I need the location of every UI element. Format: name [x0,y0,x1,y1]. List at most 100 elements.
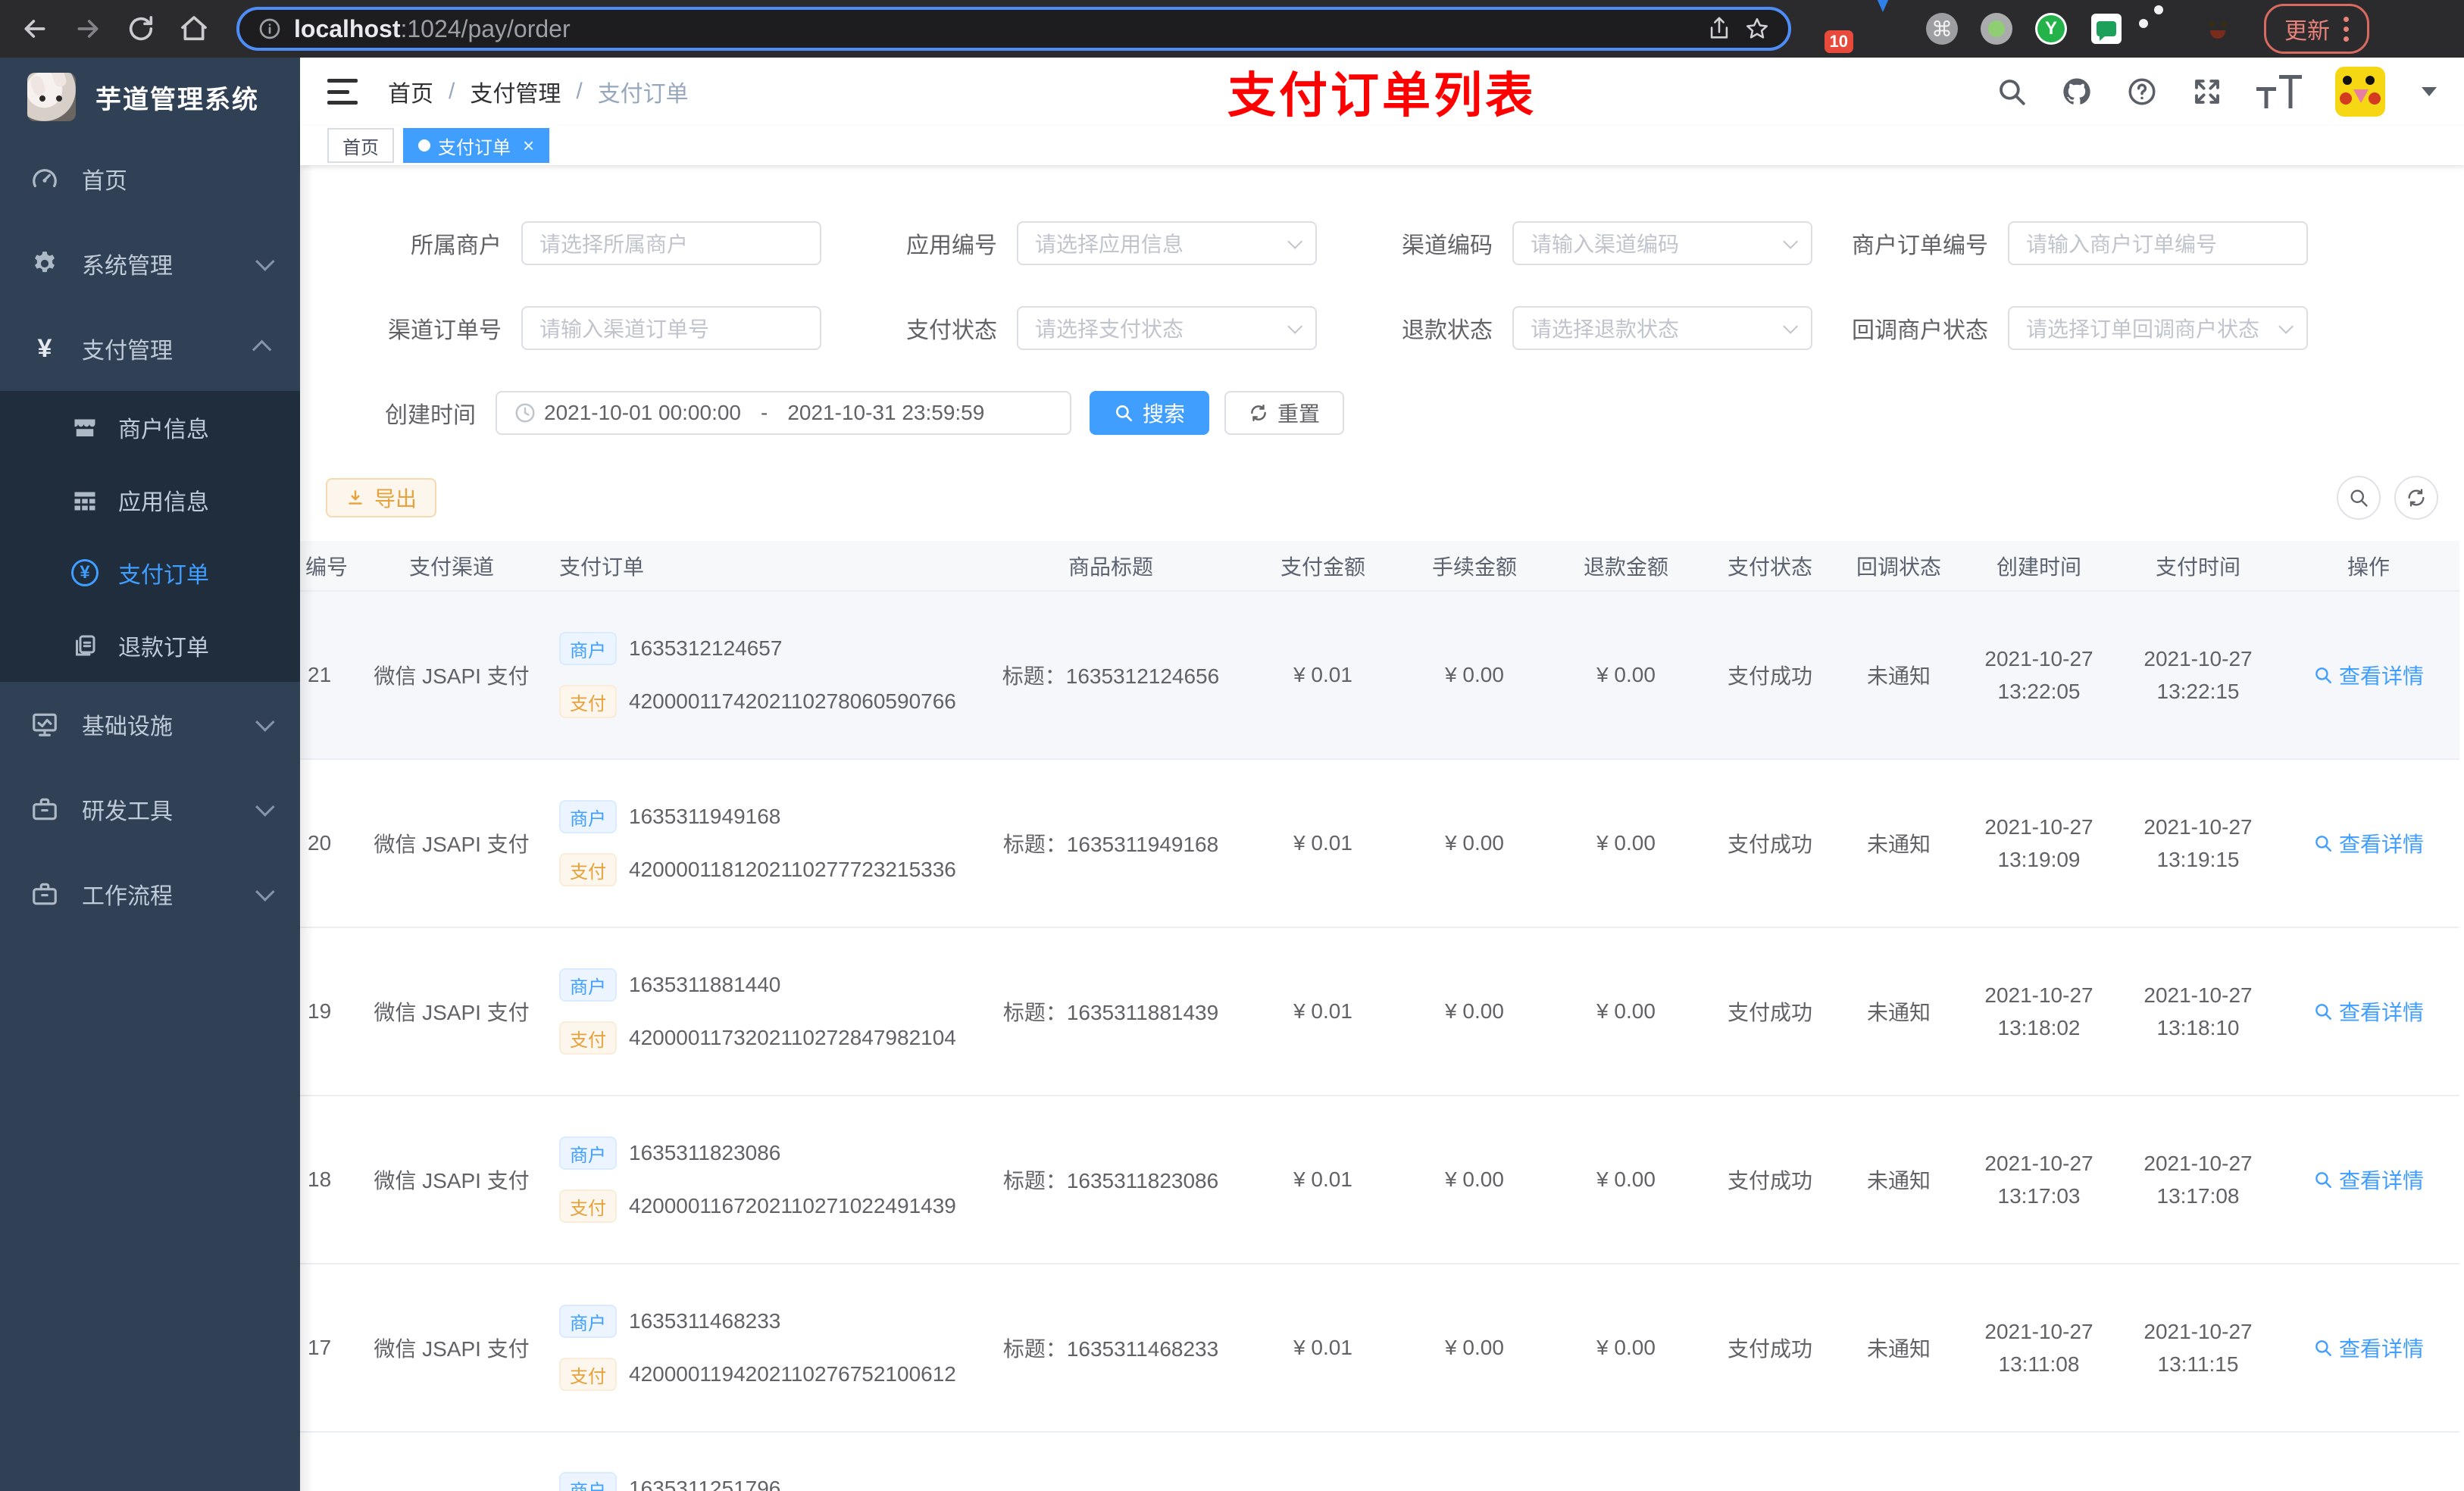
forward-icon[interactable] [73,14,103,44]
caret-down-icon[interactable] [2422,87,2437,96]
col-header-pay-time: 支付时间 [2118,541,2278,592]
extension-y-icon[interactable]: Y [2035,13,2067,45]
app-select[interactable]: 请选择应用信息 [1017,221,1317,265]
back-icon[interactable] [20,14,50,44]
toggle-search-button[interactable] [2337,476,2381,520]
view-details-label: 查看详情 [2338,833,2424,856]
refund-status-select[interactable]: 请选择退款状态 [1512,306,1812,350]
font-size-icon[interactable] [2256,75,2302,108]
extension-command-icon[interactable]: ⌘ [1926,13,1958,45]
search-label: 搜索 [1143,402,1186,426]
cell-pay-time: 2021-10-27 13:19:15 [2118,759,2278,928]
col-header-title: 商品标题 [974,541,1247,592]
extension-kite-icon[interactable] [1870,0,1903,45]
placeholder: 请选择应用信息 [1035,233,1184,256]
refresh-button[interactable] [2394,476,2438,520]
search-button[interactable]: 搜索 [1090,391,1210,435]
help-icon[interactable] [2126,76,2158,108]
cell-create-time: 2021-10-27 13:19:09 [1959,759,2118,928]
sidebar-item-refund-order[interactable]: 退款订单 [0,609,300,682]
breadcrumb-home[interactable]: 首页 [388,75,433,108]
extension-chat-icon[interactable] [2090,12,2123,45]
address-bar[interactable]: localhost:1024/pay/order [236,7,1791,51]
cell-fee: ¥ 0.00 [1399,927,1550,1096]
search-icon[interactable] [1996,76,2028,108]
sidebar-item-infra[interactable]: 基础设施 [0,682,300,767]
view-details-link[interactable]: 查看详情 [2313,828,2424,858]
extension-emoji-icon[interactable] [2202,12,2235,45]
view-details-link[interactable]: 查看详情 [2313,660,2424,690]
merchant-order-no: 1635312124657 [629,636,783,660]
pay-status-select[interactable]: 请选择支付状态 [1017,306,1317,350]
topbar-actions [1996,67,2437,117]
home-icon[interactable] [179,14,209,44]
sidebar-item-merchant-info[interactable]: 商户信息 [0,391,300,464]
extension-tasks-icon[interactable]: 10 [1814,12,1853,53]
browser-update-button[interactable]: 更新 [2264,4,2369,54]
table-row[interactable]: 20 微信 JSAPI 支付 商户 1635311949168 支付 42000… [300,759,2459,928]
merchant-tag: 商户 [559,1305,617,1338]
sidebar-item-app-info[interactable]: 应用信息 [0,464,300,536]
close-icon[interactable]: × [523,136,534,155]
merchant-order-no-input[interactable]: 请输入商户订单编号 [2008,221,2308,265]
notify-status-select[interactable]: 请选择订单回调商户状态 [2008,306,2308,350]
site-info-icon[interactable] [258,17,282,41]
view-details-label: 查看详情 [2338,1169,2424,1192]
cell-status: 支付成功 [1702,759,1838,928]
browser-menu-icon[interactable] [2344,16,2349,42]
fullscreen-icon[interactable] [2191,76,2223,108]
chevron-down-icon [255,882,275,902]
extension-puzzle-icon[interactable] [2146,12,2179,45]
table-row[interactable]: 17 微信 JSAPI 支付 商户 1635311468233 支付 42000… [300,1264,2459,1433]
table-row-partial[interactable]: 商户 1635311251796 [300,1432,2459,1491]
tag-label: 首页 [342,137,379,158]
breadcrumb-separator: / [449,79,455,104]
sidebar-item-pay[interactable]: ¥ 支付管理 [0,306,300,391]
avatar[interactable] [2335,67,2385,117]
table-row[interactable]: 19 微信 JSAPI 支付 商户 1635311881440 支付 42000… [300,927,2459,1096]
table-row[interactable]: 18 微信 JSAPI 支付 商户 1635311823086 支付 42000… [300,1096,2459,1264]
view-details-label: 查看详情 [2338,664,2424,688]
reload-icon[interactable] [126,14,156,44]
merchant-tag: 商户 [559,968,617,1002]
chevron-down-icon [1287,233,1303,249]
breadcrumb-pay[interactable]: 支付管理 [470,75,561,108]
view-details-link[interactable]: 查看详情 [2313,1164,2424,1195]
channel-order-no-input[interactable]: 请输入渠道订单号 [521,306,821,350]
export-button[interactable]: 导出 [326,478,437,517]
cell-order: 商户 1635311881440 支付 42000011732021102728… [550,927,974,1096]
sidebar-item-label: 首页 [82,169,127,194]
merchant-input[interactable]: 请选择所属商户 [521,221,821,265]
cell-create-time: 2021-10-27 13:11:08 [1959,1264,2118,1433]
dashboard-icon [30,164,59,193]
date-range-input[interactable]: 2021-10-01 00:00:00 - 2021-10-31 23:59:5… [496,391,1071,435]
sidebar-item-home[interactable]: 首页 [0,136,300,221]
view-details-link[interactable]: 查看详情 [2313,996,2424,1027]
sidebar-item-system[interactable]: 系统管理 [0,221,300,306]
cell-amount: ¥ 0.01 [1247,927,1399,1096]
sidebar-item-dev-tools[interactable]: 研发工具 [0,767,300,852]
breadcrumb: 首页 / 支付管理 / 支付订单 [388,75,689,108]
pay-tag: 支付 [559,685,617,718]
cell-channel: 微信 JSAPI 支付 [353,591,550,760]
cell-notify: 未通知 [1838,1096,1959,1264]
pay-submenu: 商户信息 应用信息 ¥ 支付订单 退款订单 [0,391,300,682]
tag-pay-order[interactable]: 支付订单 × [403,128,550,163]
sidebar-item-workflow[interactable]: 工作流程 [0,852,300,936]
extension-recorder-icon[interactable] [1981,13,2012,45]
view-details-link[interactable]: 查看详情 [2313,1333,2424,1363]
reset-button[interactable]: 重置 [1224,391,1345,435]
app-frame: 芋道管理系统 首页 系统管理 ¥ 支付管理 商户信息 应用信息 ¥ 支付订单 退… [0,58,2464,1491]
main-area: 首页 / 支付管理 / 支付订单 支付订单列表 首页 支付订单 × 所属商户 请… [300,58,2464,1491]
share-icon[interactable] [1706,16,1732,42]
table-row[interactable]: 21 微信 JSAPI 支付 商户 1635312124657 支付 42000… [300,591,2459,760]
channel-code-select[interactable]: 请输入渠道编码 [1512,221,1812,265]
sidebar-item-pay-order[interactable]: ¥ 支付订单 [0,536,300,609]
github-icon[interactable] [2061,76,2093,108]
sidebar-logo[interactable]: 芋道管理系统 [0,58,300,136]
tag-home[interactable]: 首页 [327,128,394,163]
collapse-menu-icon[interactable] [327,79,358,105]
bookmark-star-icon[interactable] [1744,16,1770,42]
merchant-order-no: 1635311251796 [629,1477,781,1491]
col-header-action: 操作 [2278,541,2459,592]
